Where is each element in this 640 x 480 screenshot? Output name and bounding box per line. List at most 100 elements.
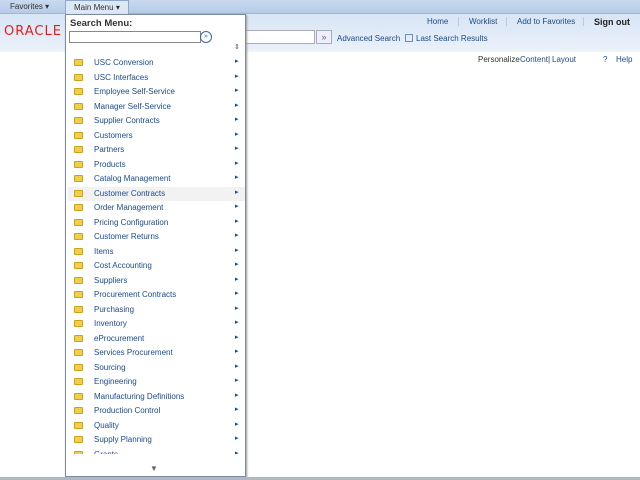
sign-out-link[interactable]: Sign out [594, 17, 630, 27]
help-icon: ? [603, 55, 608, 64]
folder-icon [74, 291, 83, 298]
menu-item[interactable]: Supply Planning ▸ [68, 433, 245, 447]
chevron-right-icon: ▸ [235, 406, 239, 413]
folder-icon [74, 146, 83, 153]
menu-item-label: eProcurement [94, 333, 145, 343]
sort-icon[interactable]: ⇕ [234, 43, 240, 51]
menu-item[interactable]: Production Control ▸ [68, 404, 245, 418]
folder-icon [74, 363, 83, 371]
folder-icon [74, 450, 83, 454]
menu-item[interactable]: USC Interfaces ▸ [68, 71, 245, 85]
last-search-results-link[interactable]: Last Search Results [416, 34, 488, 43]
menu-item-label: Customers [94, 130, 133, 140]
chevron-right-icon: ▸ [235, 319, 239, 326]
menu-item[interactable]: Pricing Configuration ▸ [68, 216, 245, 230]
folder-icon [74, 88, 83, 95]
folder-icon [74, 262, 83, 269]
menu-item[interactable]: Cost Accounting ▸ [68, 259, 245, 273]
folder-icon [74, 378, 83, 385]
folder-icon [74, 334, 83, 342]
folder-icon [74, 204, 83, 211]
menu-item-label: Customer Returns [94, 232, 159, 241]
folder-icon [74, 233, 83, 240]
chevron-right-icon: ▸ [235, 130, 239, 138]
menu-item[interactable]: Products ▸ [68, 158, 245, 172]
chevron-right-icon: ▸ [235, 304, 239, 312]
menu-item-label: Items [94, 246, 114, 256]
menu-item[interactable]: Engineering ▸ [68, 375, 245, 389]
advanced-search-link[interactable]: Advanced Search [337, 34, 400, 43]
header-search-input[interactable] [240, 30, 315, 44]
folder-icon [74, 59, 83, 66]
menu-item[interactable]: Customer Returns ▸ [68, 230, 245, 244]
chevron-right-icon: ▸ [235, 377, 239, 384]
search-menu-input[interactable] [69, 31, 201, 43]
personalize-layout-link[interactable]: Layout [552, 55, 576, 64]
chevron-right-icon: ▸ [235, 362, 239, 370]
chevron-right-icon: ▸ [235, 348, 239, 355]
menu-item-label: Grants [94, 450, 118, 454]
folder-icon [74, 102, 83, 110]
menu-item-label: Order Management [94, 203, 164, 212]
chevron-right-icon: ▸ [235, 275, 239, 283]
menu-item-label: Customer Contracts [94, 188, 166, 198]
folder-icon [74, 392, 83, 400]
folder-icon [74, 117, 83, 124]
menu-item[interactable]: Partners ▸ [68, 143, 245, 157]
menu-item[interactable]: Manufacturing Definitions ▸ [68, 390, 245, 404]
menu-item-label: Production Control [94, 406, 161, 415]
menu-item-label: Employee Self-Service [94, 87, 175, 96]
menu-item[interactable]: Quality ▸ [68, 419, 245, 433]
menu-item[interactable]: Purchasing ▸ [68, 303, 245, 317]
menu-item[interactable]: USC Conversion ▸ [68, 56, 245, 70]
favorites-menu[interactable]: Favorites ▾ [2, 0, 57, 14]
menu-item-label: Manufacturing Definitions [94, 391, 185, 401]
top-menu-bar: Favorites ▾ Main Menu ▾ [0, 0, 640, 14]
personalize-content-link[interactable]: Content [520, 55, 548, 64]
menu-item[interactable]: Grants ▸ [68, 448, 245, 454]
add-to-favorites-link[interactable]: Add to Favorites [517, 17, 575, 26]
menu-item[interactable]: Supplier Contracts ▸ [68, 114, 245, 128]
worklist-link[interactable]: Worklist [469, 17, 497, 26]
menu-item-label: Manager Self-Service [94, 101, 171, 111]
search-go-icon[interactable]: » [200, 31, 212, 43]
chevron-right-icon: ▸ [235, 246, 239, 254]
home-link[interactable]: Home [427, 17, 448, 26]
search-go-button[interactable]: » [316, 30, 332, 44]
chevron-right-icon: ▸ [235, 188, 239, 196]
menu-item[interactable]: Manager Self-Service ▸ [68, 100, 245, 114]
chevron-right-icon: ▸ [235, 58, 239, 65]
menu-item-label: Inventory [94, 319, 127, 328]
menu-item-label: Supplier Contracts [94, 116, 160, 125]
main-menu[interactable]: Main Menu ▾ [65, 0, 129, 14]
folder-icon [74, 131, 83, 139]
menu-item[interactable]: Customers ▸ [68, 129, 245, 143]
menu-item[interactable]: Services Procurement ▸ [68, 346, 245, 360]
help-link[interactable]: Help [616, 55, 632, 64]
menu-item[interactable]: Suppliers ▸ [68, 274, 245, 288]
menu-item-label: Cost Accounting [94, 261, 152, 270]
chevron-right-icon: ▸ [235, 435, 239, 442]
menu-item-label: Services Procurement [94, 348, 173, 357]
menu-item[interactable]: Inventory ▸ [68, 317, 245, 331]
scroll-down-icon[interactable]: ▼ [150, 464, 158, 473]
menu-item[interactable]: Sourcing ▸ [68, 361, 245, 375]
menu-item[interactable]: Employee Self-Service ▸ [68, 85, 245, 99]
menu-item[interactable]: eProcurement ▸ [68, 332, 245, 346]
separator: | [548, 55, 551, 64]
menu-item[interactable]: Customer Contracts ▸ [68, 186, 245, 201]
menu-item[interactable]: Items ▸ [68, 245, 245, 259]
menu-item[interactable]: Order Management ▸ [68, 201, 245, 215]
folder-icon [74, 160, 83, 168]
chevron-right-icon: ▸ [235, 145, 239, 152]
menu-item[interactable]: Procurement Contracts ▸ [68, 288, 245, 302]
chevron-right-icon: ▸ [235, 290, 239, 297]
chevron-right-icon: ▸ [235, 72, 239, 80]
menu-item-label: USC Interfaces [94, 72, 149, 82]
folder-icon [74, 305, 83, 313]
personalize-label: Personalize [478, 55, 520, 64]
folder-icon [74, 247, 83, 255]
folder-icon [74, 73, 83, 81]
menu-item[interactable]: Catalog Management ▸ [68, 172, 245, 186]
folder-icon [74, 407, 83, 414]
